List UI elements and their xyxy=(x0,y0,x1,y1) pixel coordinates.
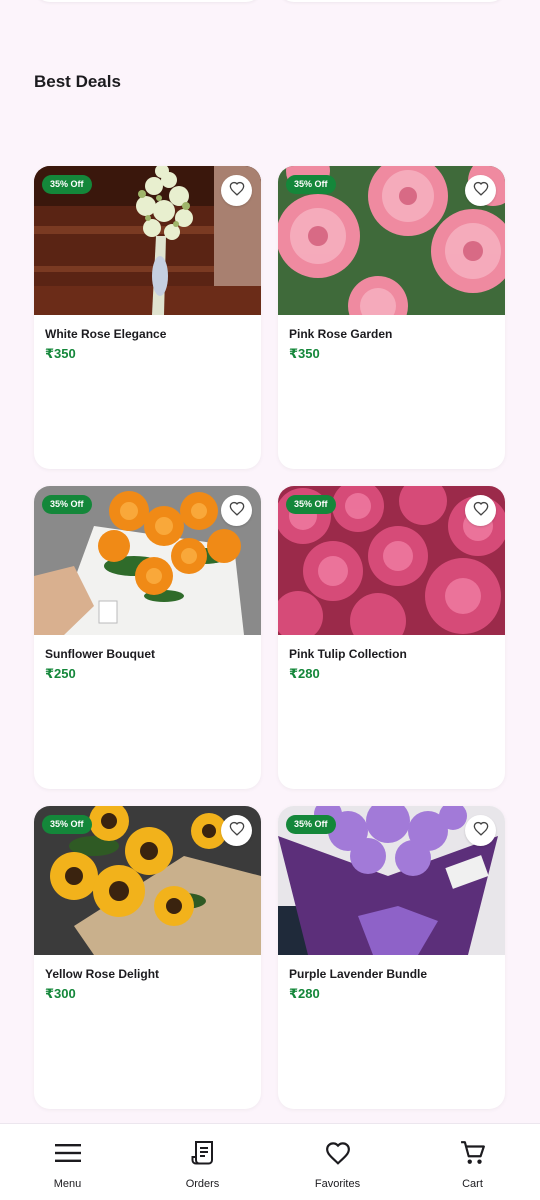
heart-outline-icon xyxy=(473,501,489,521)
product-price: ₹250 xyxy=(45,666,76,681)
app-screen: Best Deals 35% Off White Rose Elegance ₹… xyxy=(0,0,540,1200)
nav-label: Favorites xyxy=(314,1178,361,1190)
product-name: Sunflower Bouquet xyxy=(45,647,155,661)
nav-label: Cart xyxy=(462,1178,483,1190)
heart-outline-icon xyxy=(229,501,245,521)
favorite-button[interactable] xyxy=(221,175,252,206)
product-card[interactable]: 35% Off Pink Tulip Collection ₹280 xyxy=(278,486,505,789)
previous-card-bottom xyxy=(34,0,262,2)
nav-item-orders[interactable]: Orders xyxy=(135,1124,270,1200)
product-price: ₹300 xyxy=(45,986,76,1001)
previous-card-bottom xyxy=(278,0,506,2)
product-name: Yellow Rose Delight xyxy=(45,967,160,981)
section-title: Best Deals xyxy=(34,72,121,91)
product-name: Pink Rose Garden xyxy=(289,327,393,341)
product-card[interactable]: 35% Off White Rose Elegance ₹350 xyxy=(34,166,261,469)
discount-badge: 35% Off xyxy=(286,815,336,834)
favorite-button[interactable] xyxy=(465,175,496,206)
product-price: ₹280 xyxy=(289,986,320,1001)
product-name: Pink Tulip Collection xyxy=(289,647,407,661)
product-card[interactable]: 35% Off Pink Rose Garden ₹350 xyxy=(278,166,505,469)
product-card[interactable]: 35% Off Purple Lavender Bundle ₹280 xyxy=(278,806,505,1109)
favorite-button[interactable] xyxy=(465,495,496,526)
cart-icon xyxy=(460,1139,486,1167)
product-price: ₹350 xyxy=(45,346,76,361)
bottom-navigation: Menu Orders Favorites Cart xyxy=(0,1123,540,1200)
menu-icon xyxy=(54,1139,81,1167)
nav-label: Orders xyxy=(185,1178,220,1190)
product-name: White Rose Elegance xyxy=(45,327,167,341)
heart-outline-icon xyxy=(229,821,245,841)
product-price: ₹350 xyxy=(289,346,320,361)
nav-item-favorites[interactable]: Favorites xyxy=(270,1124,405,1200)
favorite-button[interactable] xyxy=(221,495,252,526)
product-card[interactable]: 35% Off Sunflower Bouquet ₹250 xyxy=(34,486,261,789)
heart-outline-icon xyxy=(473,181,489,201)
favorite-button[interactable] xyxy=(221,815,252,846)
heart-icon xyxy=(325,1139,351,1167)
heart-outline-icon xyxy=(229,181,245,201)
product-name: Purple Lavender Bundle xyxy=(289,967,428,981)
nav-item-cart[interactable]: Cart xyxy=(405,1124,540,1200)
nav-item-menu[interactable]: Menu xyxy=(0,1124,135,1200)
discount-badge: 35% Off xyxy=(42,175,92,194)
product-card[interactable]: 35% Off Yellow Rose Delight ₹300 xyxy=(34,806,261,1109)
receipt-icon xyxy=(191,1139,215,1167)
discount-badge: 35% Off xyxy=(42,495,92,514)
discount-badge: 35% Off xyxy=(286,175,336,194)
favorite-button[interactable] xyxy=(465,815,496,846)
discount-badge: 35% Off xyxy=(42,815,92,834)
heart-outline-icon xyxy=(473,821,489,841)
product-price: ₹280 xyxy=(289,666,320,681)
discount-badge: 35% Off xyxy=(286,495,336,514)
nav-label: Menu xyxy=(53,1178,82,1190)
